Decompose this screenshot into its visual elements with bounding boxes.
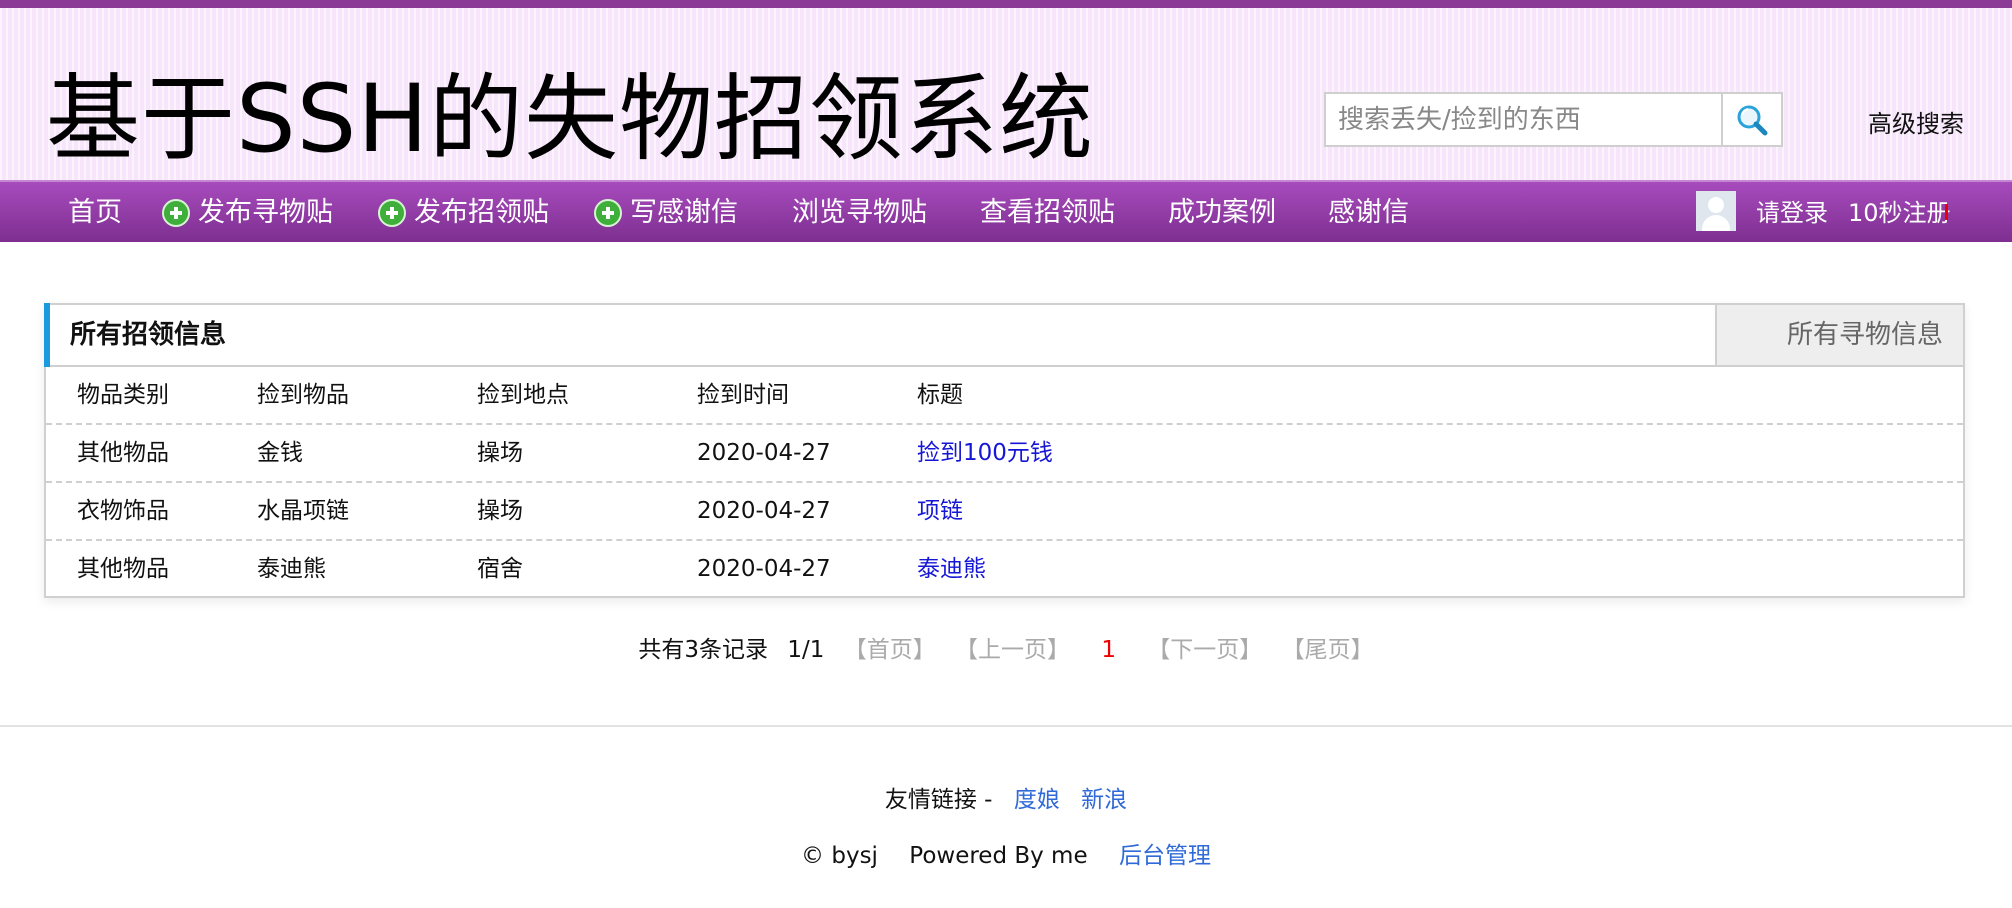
plus-icon	[162, 199, 190, 227]
table-row: 其他物品 泰迪熊 宿舍 2020-04-27 泰迪熊	[46, 541, 1963, 599]
nav-post-found-label: 发布招领贴	[414, 197, 549, 228]
nav-post-lost[interactable]: 发布寻物贴	[162, 182, 333, 244]
search-button[interactable]	[1721, 94, 1781, 145]
record-count: 共有3条记录	[638, 637, 769, 663]
item-category: 衣物饰品	[77, 498, 169, 524]
powered-by-text: Powered By me	[909, 843, 1088, 869]
friend-links-label: 友情链接 -	[884, 787, 993, 813]
nav-write-thanks-label: 写感谢信	[630, 197, 738, 228]
nav-home-label: 首页	[68, 197, 122, 228]
register-link[interactable]: 10秒注册	[1848, 182, 1951, 244]
table-row: 其他物品 金钱 操场 2020-04-27 捡到100元钱	[46, 425, 1963, 483]
search-box	[1324, 92, 1783, 147]
friend-link-baidu[interactable]: 度娘	[1014, 787, 1060, 813]
login-link[interactable]: 请登录	[1756, 182, 1828, 244]
friend-links: 友情链接 - 度娘 新浪	[0, 780, 2012, 814]
item-category: 其他物品	[77, 556, 169, 582]
copyright-text: © bysj	[801, 843, 878, 869]
nav-home[interactable]: 首页	[68, 182, 122, 244]
item-location: 操场	[477, 498, 523, 524]
item-date: 2020-04-27	[697, 440, 831, 466]
nav-browse-lost[interactable]: 浏览寻物贴	[792, 182, 927, 244]
nav-success-cases-label: 成功案例	[1168, 197, 1276, 228]
item-title-link[interactable]: 捡到100元钱	[917, 425, 1053, 481]
panel-header: 所有招领信息 所有寻物信息	[44, 303, 1963, 367]
tab-all-lost[interactable]: 所有寻物信息	[1715, 305, 1963, 365]
search-input[interactable]	[1326, 94, 1721, 145]
column-header: 捡到地点	[477, 382, 569, 408]
item-location: 操场	[477, 440, 523, 466]
accent-bar	[44, 303, 50, 367]
column-header: 捡到物品	[257, 382, 349, 408]
advanced-search-link[interactable]: 高级搜索	[1868, 104, 1964, 139]
avatar-head	[1708, 197, 1724, 213]
nav-post-found[interactable]: 发布招领贴	[378, 182, 549, 244]
item-location: 宿舍	[477, 556, 523, 582]
header: 基于SSH的失物招领系统 高级搜索	[0, 8, 2012, 180]
found-items-panel: 所有招领信息 所有寻物信息 物品类别 捡到物品 捡到地点 捡到时间 标题 其他物…	[44, 303, 1965, 598]
next-page-link[interactable]: 【下一页】	[1147, 637, 1262, 663]
item-title-link[interactable]: 项链	[917, 483, 963, 539]
site-title: 基于SSH的失物招领系统	[46, 65, 1095, 174]
prev-page-link[interactable]: 【上一页】	[955, 637, 1070, 663]
column-header: 标题	[917, 382, 963, 408]
plus-icon	[594, 199, 622, 227]
last-page-link[interactable]: 【尾页】	[1282, 637, 1374, 663]
item-name: 金钱	[257, 440, 303, 466]
page-indicator: 1/1	[787, 637, 825, 663]
item-title-link[interactable]: 泰迪熊	[917, 541, 986, 597]
item-name: 水晶项链	[257, 498, 349, 524]
item-category: 其他物品	[77, 440, 169, 466]
plus-icon	[378, 199, 406, 227]
table-header-row: 物品类别 捡到物品 捡到地点 捡到时间 标题	[46, 367, 1963, 425]
nav-success-cases[interactable]: 成功案例	[1168, 182, 1276, 244]
friend-link-sina[interactable]: 新浪	[1081, 787, 1127, 813]
nav-thanks-letters-label: 感谢信	[1328, 197, 1409, 228]
current-page[interactable]: 1	[1101, 637, 1116, 663]
nav-thanks-letters[interactable]: 感谢信	[1328, 182, 1409, 244]
table-row: 衣物饰品 水晶项链 操场 2020-04-27 项链	[46, 483, 1963, 541]
tab-all-found[interactable]: 所有招领信息	[70, 305, 226, 365]
first-page-link[interactable]: 【首页】	[844, 637, 936, 663]
item-date: 2020-04-27	[697, 498, 831, 524]
nav-write-thanks[interactable]: 写感谢信	[594, 182, 738, 244]
avatar[interactable]	[1696, 191, 1736, 231]
avatar-body	[1702, 215, 1730, 231]
register-marker	[1945, 204, 1948, 220]
main-nav: 首页 发布寻物贴 发布招领贴 写感谢信 浏览寻物贴 查看招领贴 成功案例 感谢信…	[0, 180, 2012, 242]
column-header: 物品类别	[77, 382, 169, 408]
footer-divider	[0, 725, 2012, 727]
nav-view-found-label: 查看招领贴	[980, 197, 1115, 228]
top-strip	[0, 0, 2012, 8]
pagination: 共有3条记录 1/1 【首页】 【上一页】 1 【下一页】 【尾页】	[0, 630, 2012, 664]
copyright-bar: © bysj Powered By me 后台管理	[0, 836, 2012, 870]
search-icon	[1737, 105, 1768, 135]
column-header: 捡到时间	[697, 382, 789, 408]
nav-browse-lost-label: 浏览寻物贴	[792, 197, 927, 228]
admin-link[interactable]: 后台管理	[1119, 843, 1211, 869]
nav-view-found[interactable]: 查看招领贴	[980, 182, 1115, 244]
item-date: 2020-04-27	[697, 556, 831, 582]
item-name: 泰迪熊	[257, 556, 326, 582]
nav-post-lost-label: 发布寻物贴	[198, 197, 333, 228]
